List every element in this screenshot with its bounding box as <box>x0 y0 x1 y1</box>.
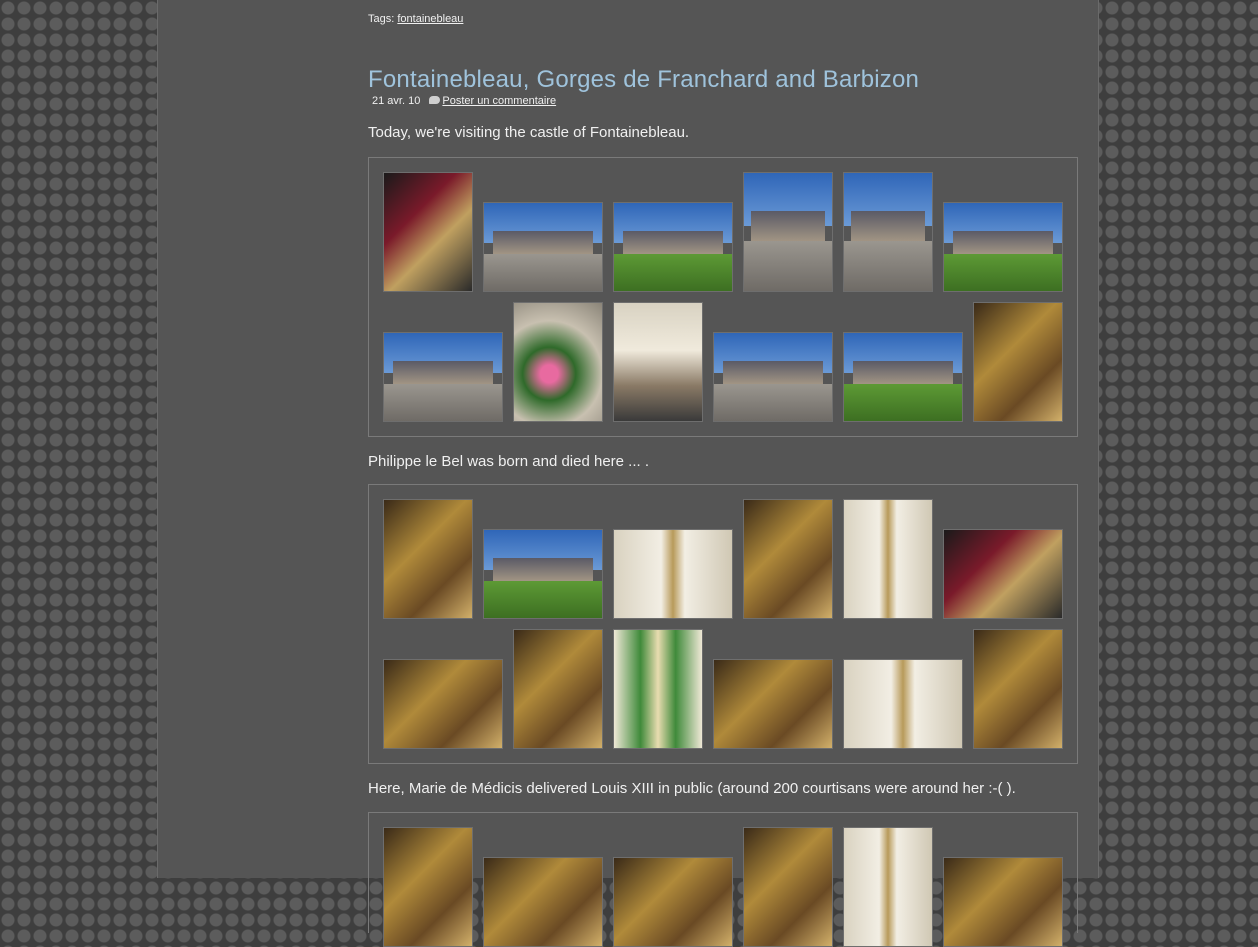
post-date: 21 avr. 10 <box>372 95 421 107</box>
gallery-thumbnail[interactable] <box>483 857 603 947</box>
tags-label: Tags: <box>368 13 395 25</box>
photo-gallery-3 <box>368 812 1078 947</box>
gallery-thumbnail[interactable] <box>973 629 1063 749</box>
photo-gallery-1 <box>368 157 1078 437</box>
gallery-thumbnail[interactable] <box>513 629 603 749</box>
paragraph-3: Here, Marie de Médicis delivered Louis X… <box>368 780 1016 797</box>
paragraph-2: Philippe le Bel was born and died here .… <box>368 453 650 470</box>
gallery-thumbnail[interactable] <box>943 202 1063 292</box>
gallery-thumbnail[interactable] <box>713 332 833 422</box>
gallery-thumbnail[interactable] <box>843 172 933 292</box>
gallery-thumbnail[interactable] <box>383 499 473 619</box>
gallery-thumbnail[interactable] <box>943 857 1063 947</box>
gallery-thumbnail[interactable] <box>713 659 833 749</box>
gallery-thumbnail[interactable] <box>843 499 933 619</box>
gallery-thumbnail[interactable] <box>613 529 733 619</box>
gallery-thumbnail[interactable] <box>383 172 473 292</box>
post-meta: 21 avr. 10 Poster un commentaire <box>372 95 556 107</box>
gallery-thumbnail[interactable] <box>613 302 703 422</box>
gallery-thumbnail[interactable] <box>383 659 503 749</box>
gallery-thumbnail[interactable] <box>513 302 603 422</box>
gallery-thumbnail[interactable] <box>973 302 1063 422</box>
gallery-thumbnail[interactable] <box>743 172 833 292</box>
page-column: Tags: fontainebleau Fontainebleau, Gorge… <box>157 0 1099 947</box>
gallery-thumbnail[interactable] <box>383 827 473 947</box>
gallery-thumbnail[interactable] <box>383 332 503 422</box>
gallery-thumbnail[interactable] <box>613 202 733 292</box>
gallery-thumbnail[interactable] <box>613 629 703 749</box>
gallery-thumbnail[interactable] <box>943 529 1063 619</box>
post-title[interactable]: Fontainebleau, Gorges de Franchard and B… <box>368 66 919 94</box>
post-tags: Tags: fontainebleau <box>368 13 463 25</box>
gallery-thumbnail[interactable] <box>843 827 933 947</box>
gallery-thumbnail[interactable] <box>843 332 963 422</box>
photo-gallery-2 <box>368 484 1078 764</box>
gallery-thumbnail[interactable] <box>613 857 733 947</box>
gallery-thumbnail[interactable] <box>483 529 603 619</box>
tag-link-fontainebleau[interactable]: fontainebleau <box>397 13 463 25</box>
gallery-thumbnail[interactable] <box>843 659 963 749</box>
gallery-thumbnail[interactable] <box>743 499 833 619</box>
post-comment-link[interactable]: Poster un commentaire <box>442 95 556 107</box>
gallery-thumbnail[interactable] <box>483 202 603 292</box>
comment-icon <box>429 96 441 104</box>
paragraph-1: Today, we're visiting the castle of Font… <box>368 124 690 141</box>
gallery-thumbnail[interactable] <box>743 827 833 947</box>
